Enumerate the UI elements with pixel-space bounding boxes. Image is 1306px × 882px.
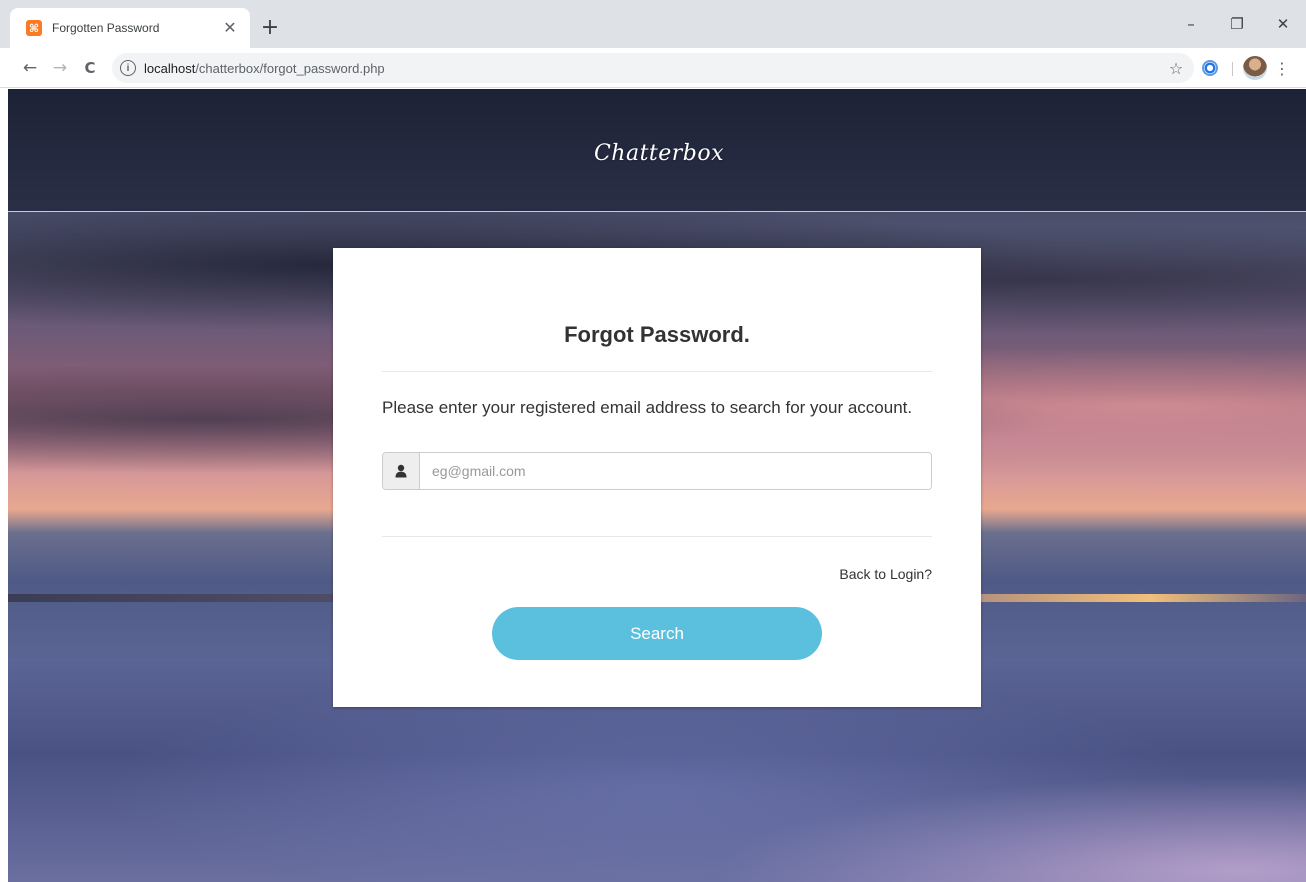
menu-kebab-icon[interactable]: ⋮ [1272, 54, 1292, 82]
page-title: Forgot Password. [564, 322, 750, 347]
close-window-button[interactable]: ✕ [1260, 10, 1306, 38]
brand-logo[interactable]: Chatterbox [594, 141, 724, 166]
toolbar-divider [1232, 62, 1233, 76]
search-button[interactable]: Search [492, 607, 822, 660]
user-icon-glyph [395, 464, 407, 478]
browser-toolbar: ← → C i localhost/chatterbox/forgot_pass… [0, 48, 1306, 88]
email-input-group [382, 452, 932, 490]
minimize-button[interactable]: – [1168, 10, 1214, 38]
profile-avatar[interactable] [1243, 56, 1267, 80]
new-tab-button[interactable]: + [256, 13, 284, 41]
info-icon[interactable]: i [120, 60, 136, 76]
back-arrow-icon[interactable]: ← [16, 54, 44, 82]
site-header: Chatterbox [8, 89, 1306, 212]
restore-button[interactable]: ❐ [1214, 10, 1260, 38]
address-url[interactable]: localhost/chatterbox/forgot_password.php [144, 61, 385, 76]
user-icon [383, 453, 420, 489]
divider [382, 371, 932, 372]
divider [382, 536, 932, 537]
tab-title: Forgotten Password [52, 21, 160, 35]
browser-tab[interactable]: ⌘ Forgotten Password ✕ [10, 8, 250, 48]
url-path: /chatterbox/forgot_password.php [195, 60, 385, 76]
forward-arrow-icon[interactable]: → [46, 54, 74, 82]
reload-icon[interactable]: C [76, 54, 104, 82]
browser-tabbar: ⌘ Forgotten Password ✕ + – ❐ ✕ [0, 0, 1306, 48]
page-viewport: Chatterbox Forgot Password. Please enter… [8, 89, 1306, 882]
instructions-text: Please enter your registered email addre… [382, 398, 913, 417]
url-host: localhost [144, 60, 196, 76]
address-bar[interactable]: i localhost/chatterbox/forgot_password.p… [112, 53, 1194, 83]
email-field[interactable] [420, 453, 931, 489]
extension-icon[interactable] [1202, 60, 1218, 76]
forgot-password-card: Forgot Password. Please enter your regis… [333, 248, 981, 707]
xampp-favicon-icon: ⌘ [26, 20, 42, 36]
back-to-login-link[interactable]: Back to Login? [839, 566, 932, 582]
star-icon[interactable]: ☆ [1158, 53, 1194, 83]
tab-close-icon[interactable]: ✕ [220, 18, 240, 38]
